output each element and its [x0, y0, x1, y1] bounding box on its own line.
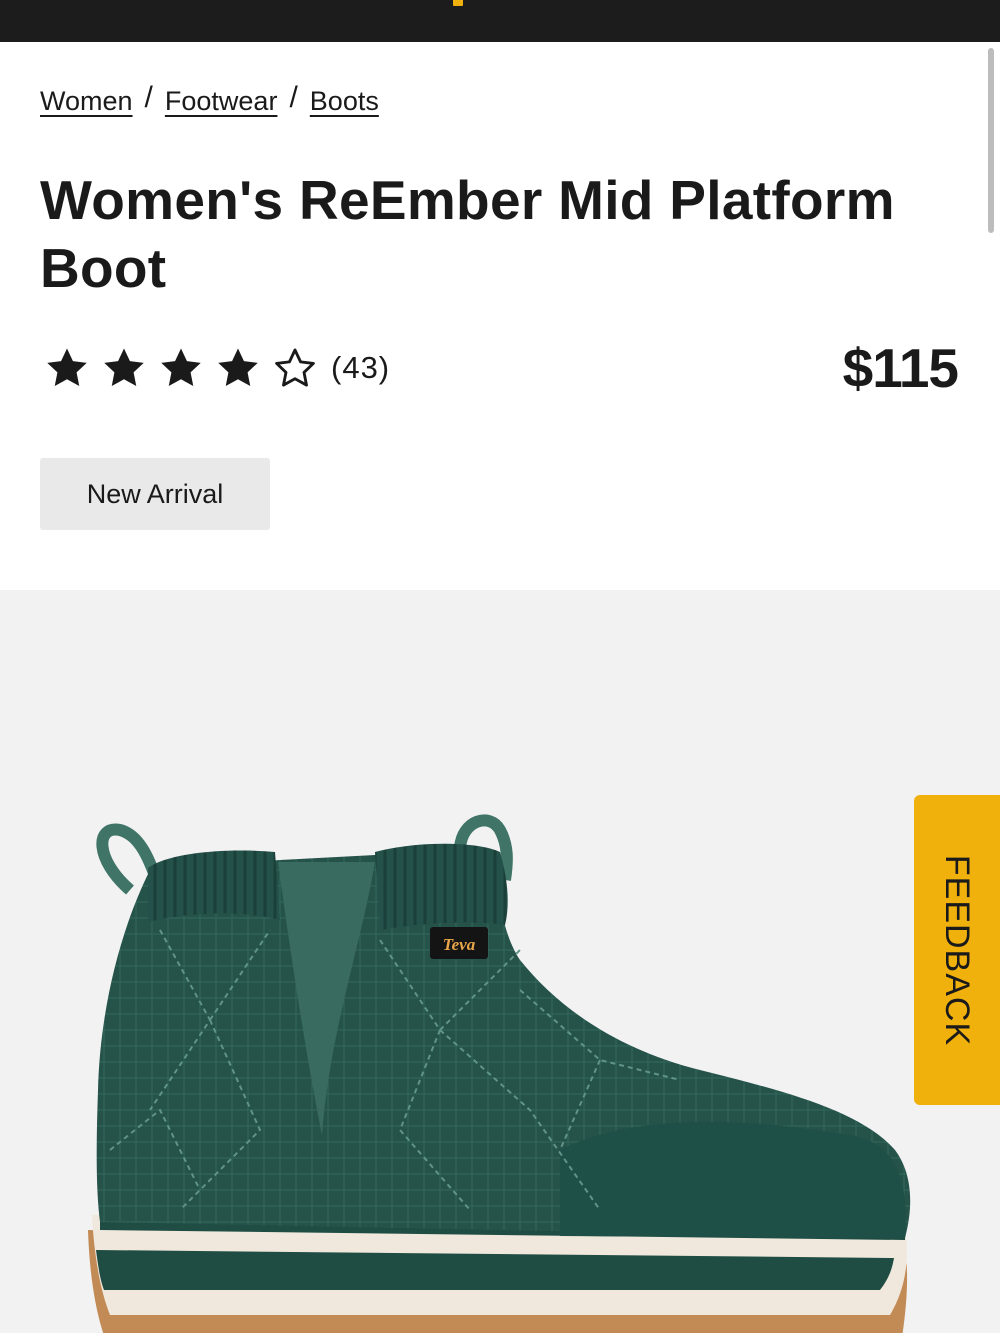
- star-filled-icon: [101, 345, 147, 391]
- feedback-button[interactable]: FEEDBACK: [914, 795, 1000, 1105]
- product-image[interactable]: Teva: [0, 590, 1000, 1333]
- site-header: [0, 0, 1000, 42]
- new-arrival-badge: New Arrival: [40, 458, 270, 530]
- brand-logo[interactable]: [418, 0, 598, 6]
- star-outline-icon: [272, 345, 318, 391]
- breadcrumb-link-footwear[interactable]: Footwear: [165, 86, 278, 117]
- scrollbar-thumb[interactable]: [988, 48, 994, 233]
- breadcrumb-link-women[interactable]: Women: [40, 86, 133, 117]
- boot-logo-text: Teva: [443, 935, 476, 954]
- feedback-label: FEEDBACK: [938, 854, 977, 1046]
- star-filled-icon: [44, 345, 90, 391]
- breadcrumb: Women / Footwear / Boots: [40, 81, 379, 118]
- star-filled-icon: [215, 345, 261, 391]
- breadcrumb-link-boots[interactable]: Boots: [310, 86, 379, 117]
- breadcrumb-separator: /: [144, 81, 153, 114]
- product-rating[interactable]: (43): [44, 340, 390, 396]
- product-title: Women's ReEmber Mid Platform Boot: [40, 169, 895, 299]
- star-filled-icon: [158, 345, 204, 391]
- review-count[interactable]: (43): [331, 350, 390, 386]
- boot-illustration: Teva: [88, 814, 911, 1333]
- breadcrumb-separator: /: [289, 81, 298, 114]
- product-price: $115: [842, 337, 959, 399]
